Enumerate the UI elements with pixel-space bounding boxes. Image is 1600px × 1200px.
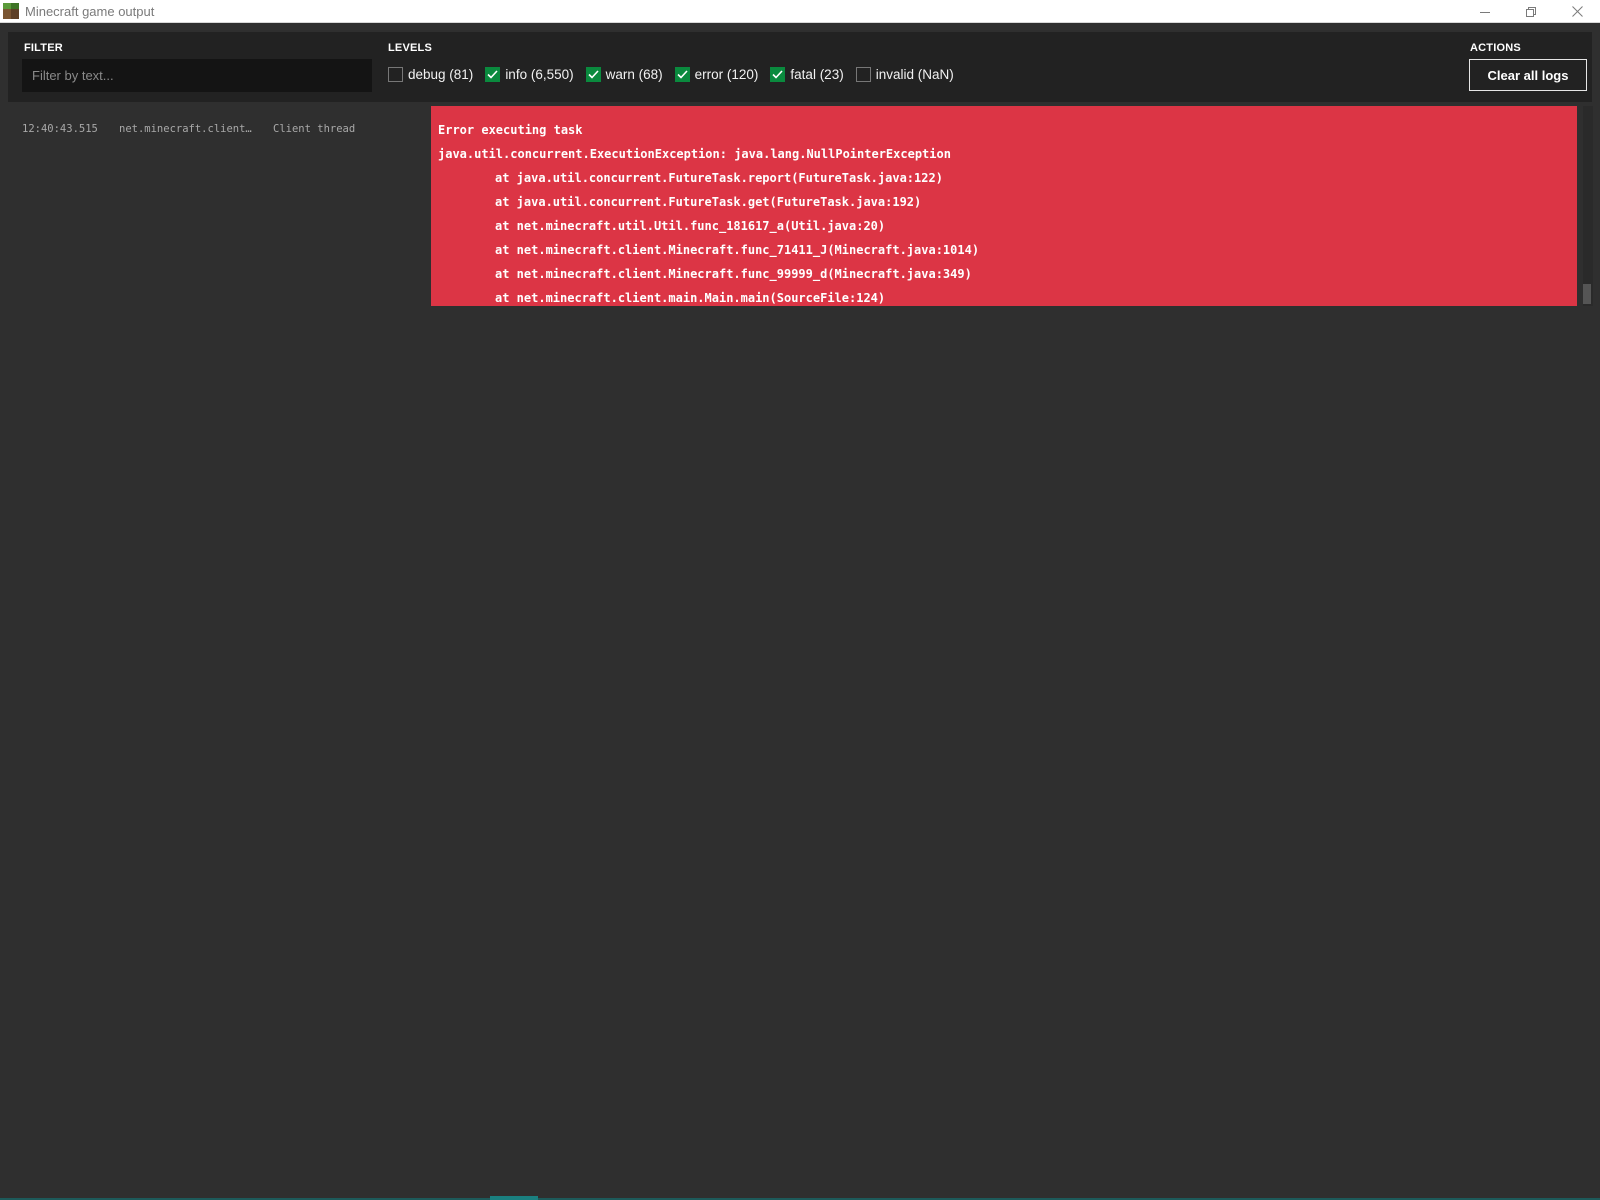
level-checkboxes: debug (81) info (6,550) warn (68) error (12… (388, 64, 966, 84)
minecraft-grass-block-icon (3, 3, 19, 19)
checkbox-checked[interactable] (585, 66, 601, 82)
title-bar: Minecraft game output (0, 0, 1600, 23)
close-button[interactable] (1554, 0, 1600, 23)
level-toggle-3[interactable]: error (120) (674, 66, 759, 82)
restore-button[interactable] (1508, 0, 1554, 23)
log-source: net.minecraft.client… (119, 123, 252, 135)
actions-label: ACTIONS (1470, 42, 1521, 54)
log-message-line: at java.util.concurrent.FutureTask.get(F… (495, 195, 922, 209)
checkmark-icon (487, 69, 498, 79)
checkbox-checked[interactable] (674, 66, 690, 82)
level-toggle-1[interactable]: info (6,550) (485, 66, 574, 82)
log-message-line: Error executing task (438, 123, 583, 137)
log-list: 12:40:43.515 net.minecraft.client… Clien… (0, 106, 1600, 1198)
log-message-line: at net.minecraft.client.main.Main.main(S… (495, 291, 886, 305)
restore-icon (1526, 6, 1536, 17)
level-toggle-2[interactable]: warn (68) (585, 66, 663, 82)
level-toggle-4[interactable]: fatal (23) (770, 66, 844, 82)
level-toggle-0[interactable]: debug (81) (388, 66, 474, 82)
log-scrollbar-thumb[interactable] (1583, 284, 1591, 304)
bottom-accent (490, 1196, 538, 1200)
level-label: fatal (23) (790, 66, 844, 82)
window-controls (1462, 0, 1600, 23)
level-label: invalid (NaN) (875, 66, 954, 82)
log-message-line: at net.minecraft.util.Util.func_181617_a… (495, 219, 886, 233)
filter-label: FILTER (24, 42, 63, 54)
checkbox-checked[interactable] (770, 66, 786, 82)
log-message-line: at net.minecraft.client.Minecraft.func_7… (495, 243, 980, 257)
levels-label: LEVELS (388, 42, 432, 54)
toolbar: FILTER LEVELS debug (81) info (6,550) warn… (8, 32, 1592, 102)
log-thread: Client thread (273, 123, 356, 135)
checkbox-checked[interactable] (485, 66, 501, 82)
minimize-icon (1480, 11, 1490, 13)
checkbox-unchecked[interactable] (388, 66, 403, 82)
checkmark-icon (588, 69, 599, 79)
level-label: info (6,550) (505, 66, 574, 82)
log-scrollbar-track[interactable] (1583, 106, 1593, 306)
filter-input[interactable] (22, 59, 372, 92)
level-label: error (120) (694, 66, 759, 82)
window-title: Minecraft game output (25, 3, 155, 19)
minimize-button[interactable] (1462, 0, 1508, 23)
log-message-line: at java.util.concurrent.FutureTask.repor… (495, 171, 943, 185)
log-message-line: at net.minecraft.client.Minecraft.func_9… (495, 267, 972, 281)
level-label: debug (81) (408, 66, 474, 82)
log-message-line: java.util.concurrent.ExecutionException:… (438, 147, 951, 161)
checkmark-icon (772, 69, 784, 79)
level-toggle-5[interactable]: invalid (NaN) (855, 66, 954, 82)
level-label: warn (68) (605, 66, 663, 82)
log-timestamp: 12:40:43.515 (22, 123, 98, 135)
close-icon (1571, 6, 1583, 17)
clear-all-logs-button[interactable]: Clear all logs (1469, 59, 1587, 91)
log-entry-row[interactable]: 12:40:43.515 net.minecraft.client… Clien… (0, 106, 1580, 306)
checkmark-icon (677, 69, 688, 79)
checkbox-unchecked[interactable] (855, 66, 871, 82)
log-message-error: Error executing task java.util.concurrent… (431, 106, 1577, 306)
